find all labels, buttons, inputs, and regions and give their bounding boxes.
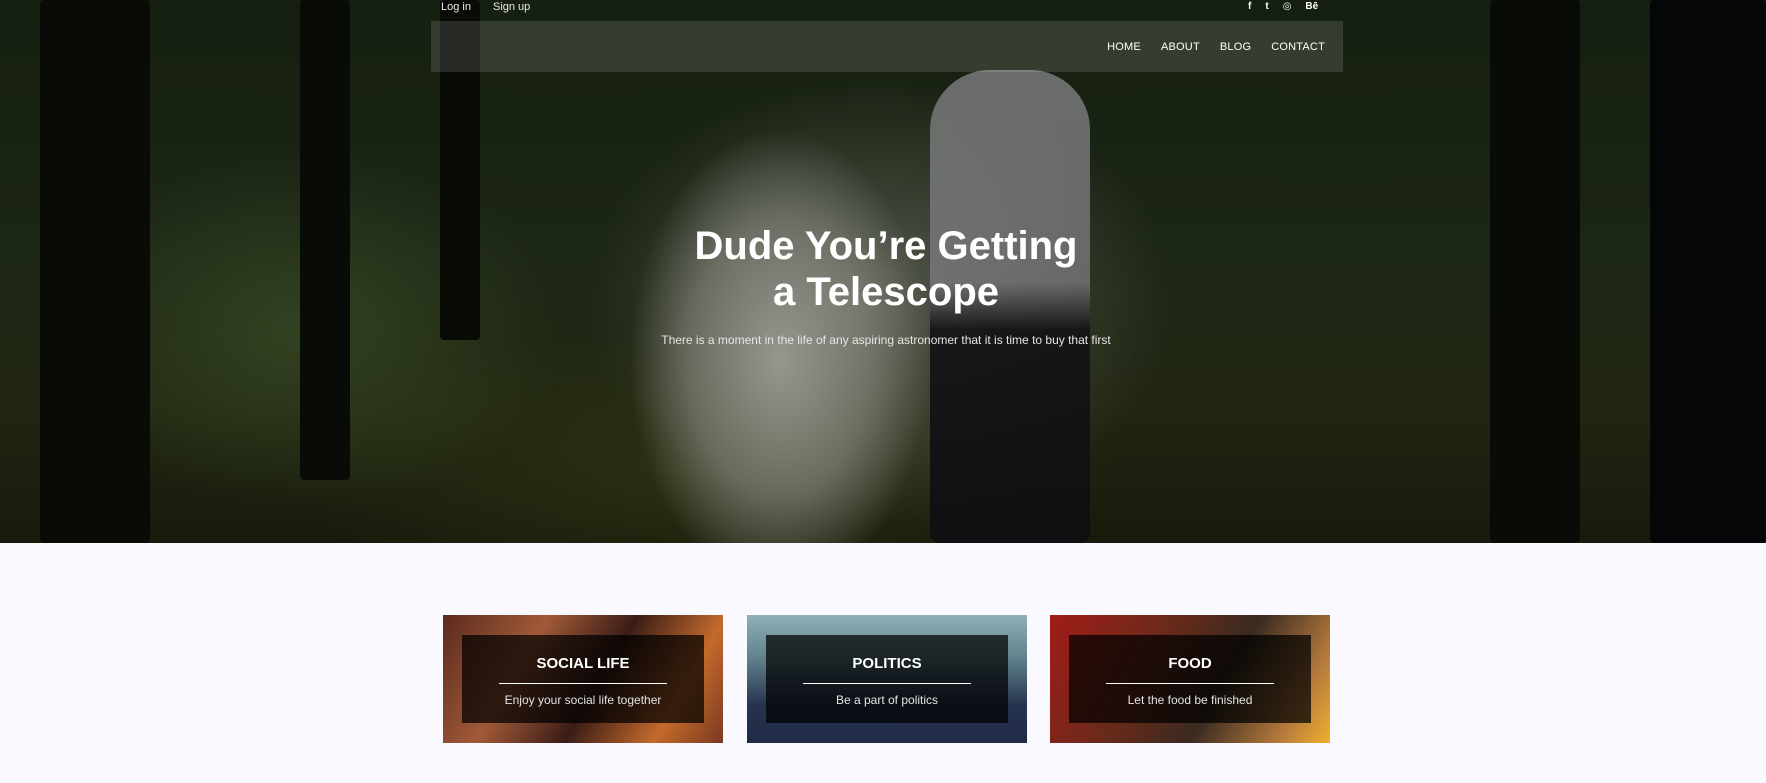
auth-links: Log in Sign up — [441, 0, 530, 14]
category-card-food[interactable]: FOOD Let the food be finished — [1050, 615, 1330, 743]
card-description: Enjoy your social life together — [504, 693, 662, 707]
card-title[interactable]: FOOD — [1069, 655, 1311, 672]
twitter-icon[interactable]: t — [1265, 0, 1268, 13]
facebook-icon[interactable]: f — [1248, 0, 1251, 13]
nav-contact[interactable]: CONTACT — [1271, 41, 1325, 53]
hero-title: Dude You’re Getting a Telescope — [583, 223, 1189, 315]
dribbble-icon[interactable]: ◎ — [1283, 0, 1292, 13]
card-divider — [803, 683, 971, 684]
nav-blog[interactable]: BLOG — [1220, 41, 1251, 53]
card-title[interactable]: POLITICS — [766, 655, 1008, 672]
nav-about[interactable]: ABOUT — [1161, 41, 1200, 53]
nav-home[interactable]: HOME — [1107, 41, 1141, 53]
behance-icon[interactable]: Bē — [1305, 0, 1318, 13]
social-links: f t ◎ Bē — [1248, 0, 1318, 13]
signup-link[interactable]: Sign up — [493, 0, 530, 14]
card-description: Be a part of politics — [835, 693, 939, 707]
hero-title-line2: a Telescope — [772, 270, 1000, 314]
card-caption-box: FOOD Let the food be finished — [1069, 635, 1311, 723]
card-caption-box: SOCIAL LIFE Enjoy your social life toget… — [462, 635, 704, 723]
category-card-social-life[interactable]: SOCIAL LIFE Enjoy your social life toget… — [443, 615, 723, 743]
card-divider — [499, 683, 667, 684]
hero-subtitle: There is a moment in the life of any asp… — [661, 333, 1111, 347]
main-navbar: HOME ABOUT BLOG CONTACT — [431, 21, 1343, 72]
hero-title-line1: Dude You’re Getting — [694, 224, 1078, 268]
card-caption-box: POLITICS Be a part of politics — [766, 635, 1008, 723]
card-divider — [1106, 683, 1274, 684]
category-card-politics[interactable]: POLITICS Be a part of politics — [747, 615, 1027, 743]
login-link[interactable]: Log in — [441, 0, 471, 14]
card-title[interactable]: SOCIAL LIFE — [462, 655, 704, 672]
main-nav: HOME ABOUT BLOG CONTACT — [1107, 21, 1325, 72]
card-description: Let the food be finished — [1127, 693, 1253, 707]
